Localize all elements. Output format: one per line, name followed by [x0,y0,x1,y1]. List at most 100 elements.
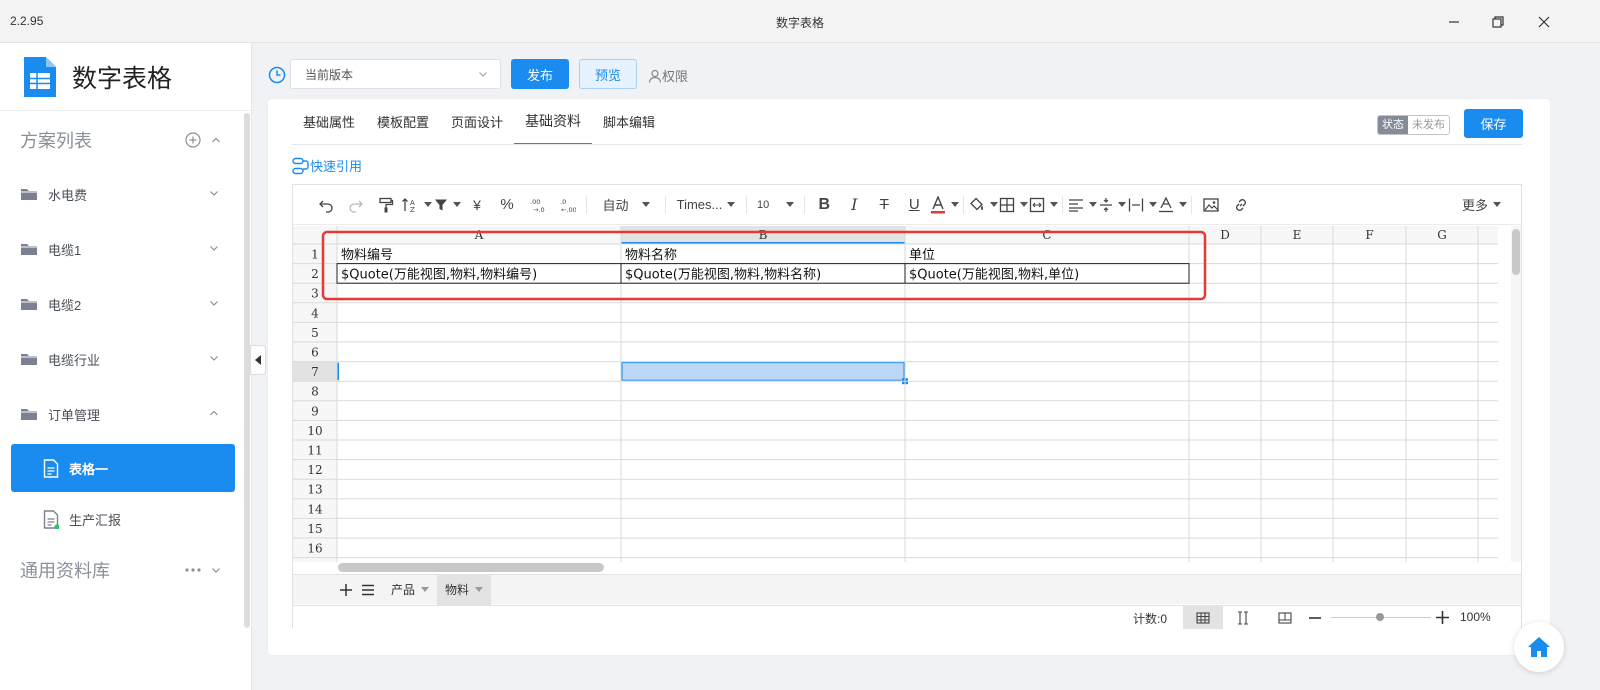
sidebar-collapse-toggle[interactable] [250,345,266,375]
cell-grid-canvas[interactable]: A B C D E F G12345678910111213141516物料编号 物料名称 单位… [293,226,1511,562]
caret-down-icon[interactable] [475,587,484,592]
sidebar-group-2[interactable]: 电缆2 [0,284,245,324]
currency-button[interactable]: ¥ [462,185,492,225]
publish-button[interactable]: 发布 [511,59,569,89]
page-break-view-button[interactable] [1223,606,1263,629]
font-color-button[interactable] [929,185,959,225]
minimize-button[interactable] [1440,8,1468,36]
percent-button[interactable]: % [492,185,522,225]
bold-button[interactable]: B [809,185,839,225]
row-header[interactable]: 4 [311,306,319,320]
sidebar-item-table-one[interactable]: 表格一 [11,444,235,492]
column-header[interactable]: D [1220,228,1230,242]
row-header[interactable]: 11 [307,444,322,458]
cell-grid[interactable]: A B C D E F G 1 2 3 4 5 6 7 8 9 10 11 12 13 14 15 16 物料编号 物料名称 单位… [293,226,1511,562]
italic-button[interactable]: I [839,185,869,225]
row-header[interactable]: 1 [311,248,319,262]
version-select[interactable]: 当前版本 [290,59,501,89]
zoom-slider-handle[interactable] [1376,613,1384,621]
underline-button[interactable]: U [899,185,929,225]
horizontal-align-button[interactable] [1067,185,1097,225]
cell-A2[interactable]: $Quote(万能视图,物料,物料编号) [341,268,537,283]
row-header[interactable]: 15 [307,522,322,536]
row-header[interactable]: 3 [311,287,319,301]
preview-button[interactable]: 预览 [579,59,637,89]
quick-reference-link[interactable]: 快速引用 [292,156,362,175]
row-header[interactable]: 13 [307,483,322,497]
tab-script-edit[interactable]: 脚本编辑 [592,99,666,145]
decrease-decimal-button[interactable]: .00 →.0 [522,185,552,225]
caret-down-icon[interactable] [421,587,430,592]
row-header[interactable]: 9 [311,404,319,418]
grid-vertical-scroll-track[interactable] [1511,226,1521,562]
zoom-in-icon[interactable] [1436,611,1449,624]
sidebar-group-0[interactable]: 水电费 [0,174,245,214]
normal-view-button[interactable] [1183,606,1223,629]
row-header[interactable]: 7 [311,365,319,379]
selected-cell[interactable] [621,362,905,381]
sort-button[interactable]: AZ [401,185,432,225]
cell-A1[interactable]: 物料编号 [341,248,393,263]
page-layout-view-button[interactable] [1265,606,1305,629]
row-header[interactable]: 10 [307,424,322,438]
more-button[interactable]: 更多 [1462,185,1501,225]
section-plan-list[interactable]: 方案列表 [0,120,245,160]
cell-B1[interactable]: 物料名称 [625,247,677,263]
sheet-tab-material[interactable]: 物料 [437,574,492,605]
sheet-tab-product[interactable]: 产品 [383,575,437,605]
row-header[interactable]: 14 [307,502,323,516]
filter-button[interactable] [432,185,462,225]
strikethrough-button[interactable]: T [869,185,899,225]
add-sheet-icon[interactable] [339,583,353,597]
row-header[interactable]: 2 [311,267,319,281]
column-header[interactable]: F [1365,228,1373,242]
row-header[interactable]: 5 [311,326,319,340]
chevron-up-icon[interactable] [211,135,221,145]
restore-button[interactable] [1484,8,1512,36]
sidebar-group-3[interactable]: 电缆行业 [0,339,245,379]
column-header[interactable]: G [1437,228,1447,242]
undo-button[interactable] [311,185,341,225]
tab-basic-properties[interactable]: 基础属性 [292,99,366,145]
row-header[interactable]: 8 [311,385,319,399]
column-header[interactable]: B [759,228,768,242]
cell-B2[interactable]: $Quote(万能视图,物料,物料名称) [625,267,821,283]
save-button[interactable]: 保存 [1464,109,1523,138]
cell-C1[interactable]: 单位 [909,248,935,263]
sheet-list-icon[interactable] [361,584,375,596]
grid-vertical-scrollbar[interactable] [1512,229,1520,275]
increase-decimal-button[interactable]: .0 ←.00 [552,185,582,225]
vertical-align-button[interactable] [1097,185,1127,225]
font-family-select[interactable]: Times... [670,185,742,225]
merge-cells-button[interactable] [1028,185,1058,225]
close-button[interactable] [1530,8,1558,36]
tab-basic-data[interactable]: 基础资料 [514,99,593,145]
home-button[interactable] [1514,622,1564,672]
grid-horizontal-scrollbar[interactable] [338,563,604,572]
borders-button[interactable] [998,185,1028,225]
chevron-down-icon[interactable] [211,565,221,575]
section-common-library[interactable]: 通用资料库 [0,550,245,590]
sidebar-item-production-report[interactable]: 生产汇报 [11,495,235,543]
font-size-select[interactable]: 10 [751,185,800,225]
insert-image-button[interactable] [1196,185,1226,225]
tab-template-config[interactable]: 模板配置 [366,99,440,145]
insert-link-button[interactable] [1226,185,1256,225]
cell-C2[interactable]: $Quote(万能视图,物料,单位) [909,268,1079,283]
redo-button[interactable] [341,185,371,225]
permission-link[interactable]: 权限 [648,66,688,85]
more-dots-icon[interactable] [185,567,201,573]
column-header[interactable]: E [1293,228,1302,242]
fill-color-button[interactable] [968,185,998,225]
row-header[interactable]: 16 [307,542,322,556]
text-wrap-button[interactable] [1127,185,1157,225]
add-circle-icon[interactable] [185,132,201,148]
column-header[interactable]: C [1042,228,1051,242]
row-header[interactable]: 12 [307,463,322,477]
format-painter-button[interactable] [371,185,401,225]
text-rotate-button[interactable] [1157,185,1187,225]
sidebar-group-4[interactable]: 订单管理 [0,394,245,434]
zoom-out-icon[interactable] [1309,612,1321,624]
number-format-select[interactable]: 自动 [591,185,661,225]
tab-page-design[interactable]: 页面设计 [440,99,514,145]
